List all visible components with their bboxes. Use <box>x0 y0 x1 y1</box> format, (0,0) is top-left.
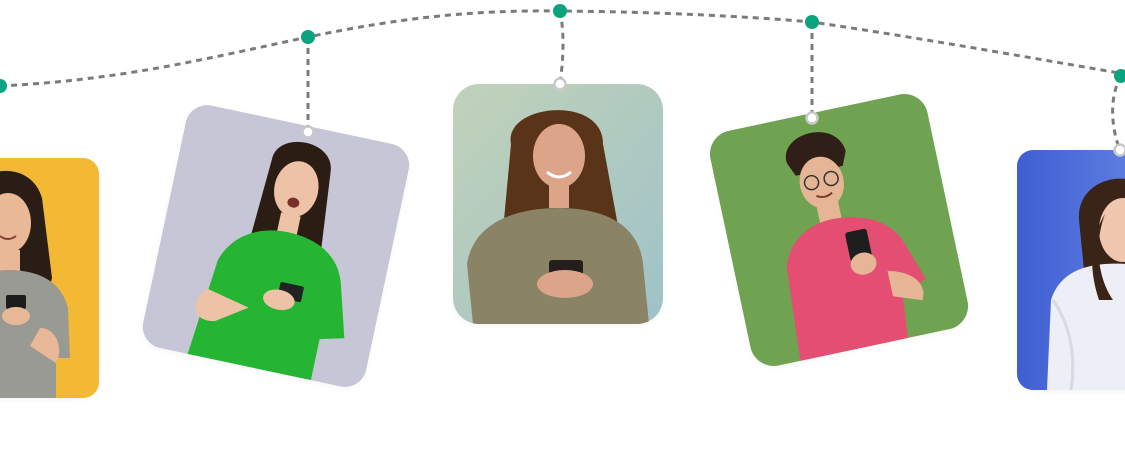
pin-dot-2 <box>301 30 315 44</box>
photo-card-blue[interactable] <box>1017 150 1125 390</box>
photo-woman-excited-with-phone <box>138 101 414 391</box>
pin-dot-1 <box>0 79 7 93</box>
photo-woman-smiling-at-phone <box>0 158 99 398</box>
pin-dot-4 <box>805 15 819 29</box>
photo-man-with-glasses-reading-phone <box>705 89 973 371</box>
drop-string-5 <box>1111 75 1123 151</box>
drop-string-3 <box>558 10 565 85</box>
pin-dot-5 <box>1114 69 1125 83</box>
photo-card-green[interactable] <box>705 89 973 371</box>
photo-woman-texting-on-phone <box>453 84 663 324</box>
photo-card-sage[interactable] <box>453 84 663 324</box>
photo-woman-in-white-sweater <box>1017 150 1125 390</box>
main-dashed-string <box>0 9 1125 88</box>
pin-dot-3 <box>553 4 567 18</box>
photo-card-yellow[interactable] <box>0 158 99 398</box>
photo-garland <box>0 0 1125 453</box>
photo-card-lavender[interactable] <box>138 101 414 391</box>
